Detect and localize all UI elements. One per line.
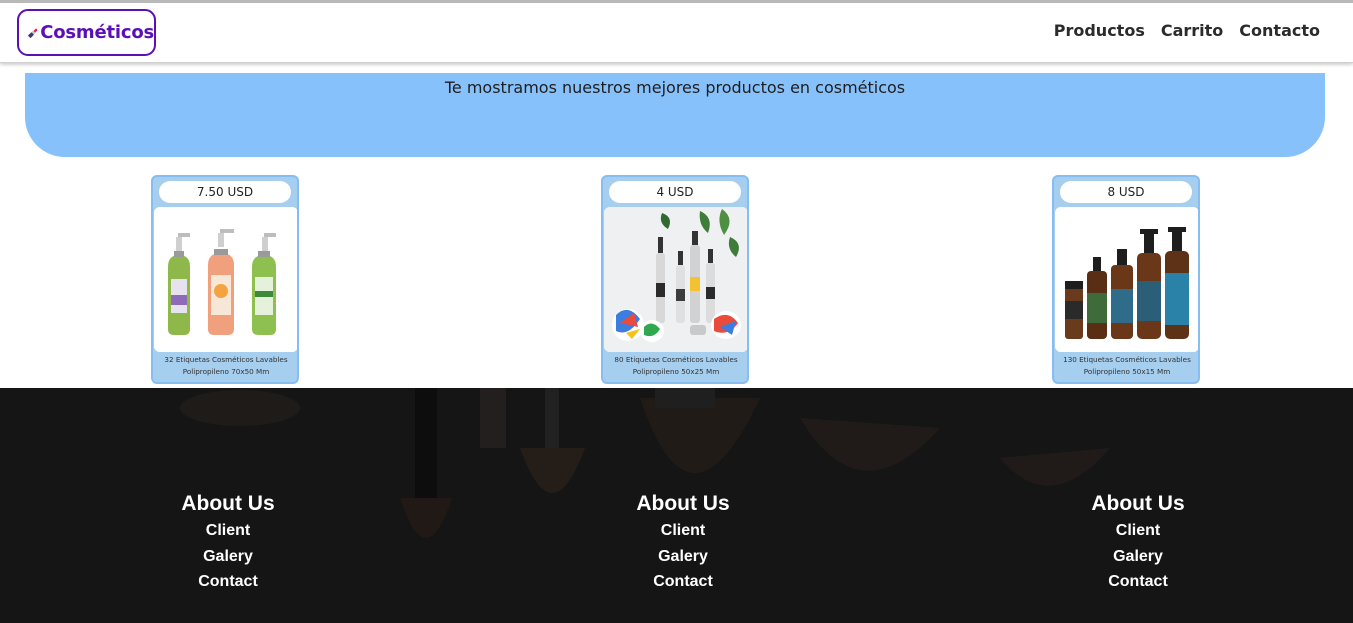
footer-link-client[interactable]: Client <box>563 518 803 544</box>
footer-column: About Us Client Galery Contact <box>563 490 803 595</box>
product-image[interactable] <box>154 207 297 352</box>
footer-link-galery[interactable]: Galery <box>108 544 348 570</box>
footer-link-client[interactable]: Client <box>108 518 348 544</box>
product-image[interactable] <box>604 207 747 352</box>
brand-logo-button[interactable]: Cosméticos <box>17 9 156 56</box>
brand-name: Cosméticos <box>40 22 154 43</box>
footer-link-client[interactable]: Client <box>1018 518 1258 544</box>
nav-contacto[interactable]: Contacto <box>1239 21 1320 40</box>
footer-link-contact[interactable]: Contact <box>563 569 803 595</box>
main-nav: Productos Carrito Contacto <box>1054 21 1320 40</box>
cosmetic-bottles-set-image <box>604 207 747 352</box>
product-card[interactable]: 8 USD 130 Etiquetas Cosméticos Lavables … <box>1052 175 1200 384</box>
footer-link-galery[interactable]: Galery <box>1018 544 1258 570</box>
hero-banner: Te mostramos nuestros mejores productos … <box>25 73 1325 157</box>
nav-carrito[interactable]: Carrito <box>1161 21 1223 40</box>
navbar: Cosméticos Productos Carrito Contacto <box>0 3 1353 63</box>
product-card[interactable]: 7.50 USD 32 Etiquetas Cosméticos Lavable… <box>151 175 299 384</box>
product-price: 4 USD <box>609 181 741 203</box>
product-title: 80 Etiquetas Cosméticos Lavables Polipro… <box>614 355 738 376</box>
footer-link-contact[interactable]: Contact <box>108 569 348 595</box>
product-title: 130 Etiquetas Cosméticos Lavables Polipr… <box>1063 355 1191 376</box>
footer-heading: About Us <box>636 492 730 515</box>
product-price: 7.50 USD <box>159 181 291 203</box>
product-title: 32 Etiquetas Cosméticos Lavables Polipro… <box>164 355 288 376</box>
footer-link-galery[interactable]: Galery <box>563 544 803 570</box>
product-image[interactable] <box>1055 207 1198 352</box>
amber-bottles-image <box>1055 207 1198 352</box>
footer-column: About Us Client Galery Contact <box>108 490 348 595</box>
lipstick-icon <box>28 28 38 38</box>
footer-heading: About Us <box>1091 492 1185 515</box>
hero-text: Te mostramos nuestros mejores productos … <box>444 78 906 97</box>
footer-column: About Us Client Galery Contact <box>1018 490 1258 595</box>
footer-heading: About Us <box>181 492 275 515</box>
footer: About Us Client Galery Contact About Us … <box>0 388 1353 623</box>
product-price: 8 USD <box>1060 181 1192 203</box>
nav-productos[interactable]: Productos <box>1054 21 1145 40</box>
hand-soap-bottles-image <box>154 207 297 352</box>
product-card[interactable]: 4 USD 80 Etiquetas Cosméticos Lavables P… <box>601 175 749 384</box>
footer-link-contact[interactable]: Contact <box>1018 569 1258 595</box>
